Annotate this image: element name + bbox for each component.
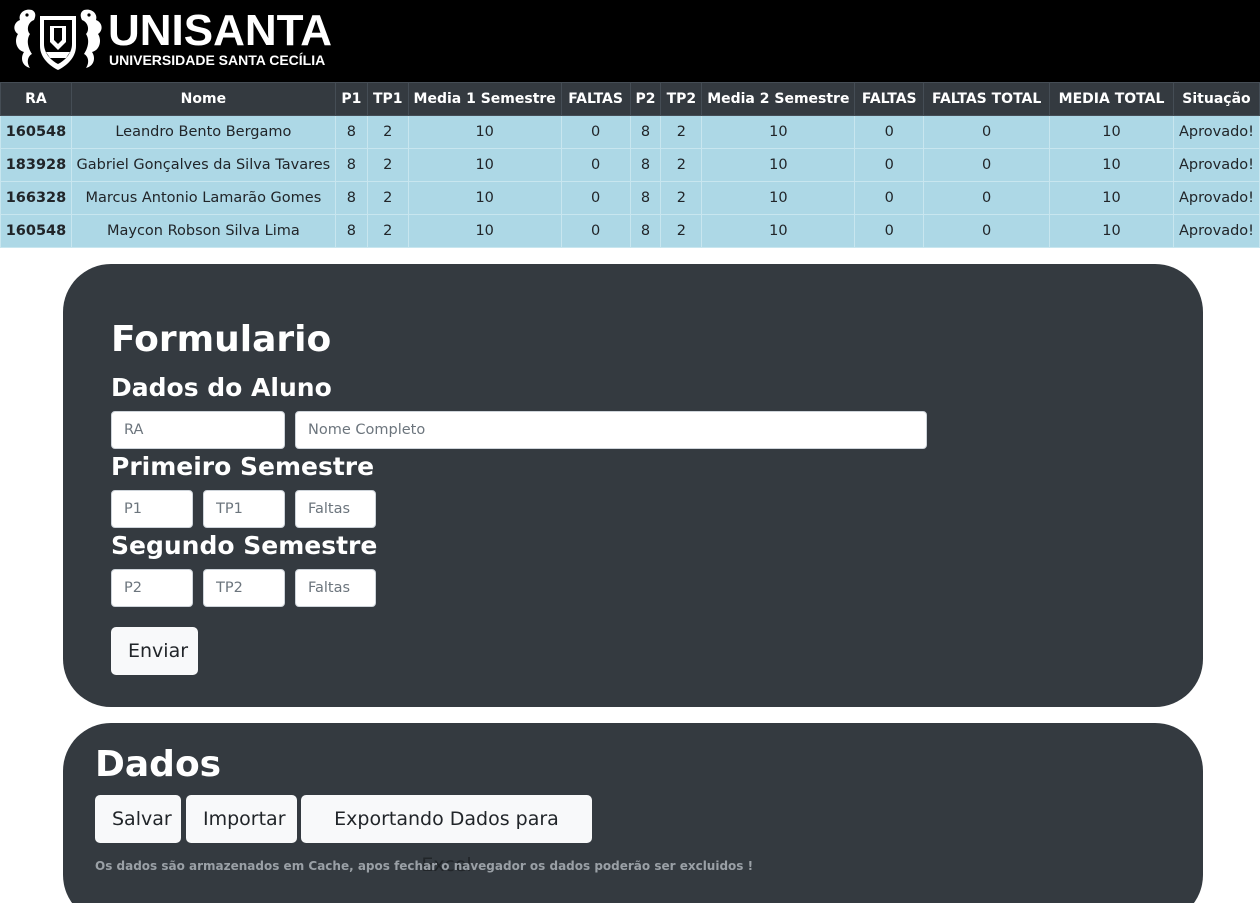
cell-p1: 8 (334, 214, 368, 248)
cell-media-1: 10 (407, 214, 562, 248)
cell-faltas-total: 0 (923, 181, 1051, 215)
cell-nome: Maycon Robson Silva Lima (70, 214, 336, 248)
tp1-input[interactable] (203, 490, 285, 528)
importar-button[interactable]: Importar (186, 795, 297, 843)
cell-media-total: 10 (1049, 148, 1174, 182)
cache-warning-note: Os dados são armazenados em Cache, apos … (95, 859, 754, 873)
logo-title: UNISANTA (108, 6, 333, 55)
cell-faltas-2: 0 (854, 214, 925, 248)
cell-tp1: 2 (366, 148, 409, 182)
form-title: Formulario (111, 319, 332, 360)
cell-nome: Marcus Antonio Lamarão Gomes (70, 181, 336, 215)
column-header-p1: P1 (334, 82, 368, 116)
cell-faltas-2: 0 (854, 181, 925, 215)
ra-input[interactable] (111, 411, 285, 449)
cell-situacao: Aprovado! (1172, 214, 1260, 248)
column-header-situacao: Situação (1172, 82, 1260, 116)
column-header-tp1: TP1 (366, 82, 409, 116)
cell-nome: Gabriel Gonçalves da Silva Tavares (70, 148, 336, 182)
cell-tp2: 2 (660, 148, 703, 182)
table-row: 166328 Marcus Antonio Lamarão Gomes 8 2 … (0, 181, 1260, 215)
cell-media-total: 10 (1049, 115, 1174, 149)
cell-nome: Leandro Bento Bergamo (70, 115, 336, 149)
cell-tp1: 2 (366, 181, 409, 215)
cell-p2: 8 (629, 181, 662, 215)
unisanta-logo[interactable]: UNISANTA UNIVERSIDADE SANTA CECÍLIA (10, 6, 335, 72)
cell-p2: 8 (629, 148, 662, 182)
data-section-title: Dados (95, 744, 222, 785)
cell-ra: 160548 (0, 115, 72, 149)
table-header-row: RA Nome P1 TP1 Media 1 Semestre FALTAS P… (0, 82, 1260, 116)
column-header-media-1: Media 1 Semestre (407, 82, 562, 116)
cell-situacao: Aprovado! (1172, 148, 1260, 182)
nome-completo-input[interactable] (295, 411, 927, 449)
data-panel: Dados Salvar Importar Exportando Dados p… (63, 723, 1203, 903)
logo-subtitle: UNIVERSIDADE SANTA CECÍLIA (109, 52, 326, 68)
site-header: UNISANTA UNIVERSIDADE SANTA CECÍLIA (0, 0, 1260, 82)
cell-p1: 8 (334, 181, 368, 215)
cell-ra: 183928 (0, 148, 72, 182)
cell-faltas-total: 0 (923, 115, 1051, 149)
salvar-button[interactable]: Salvar (95, 795, 181, 843)
cell-p1: 8 (334, 148, 368, 182)
faltas-1-input[interactable] (295, 490, 376, 528)
cell-situacao: Aprovado! (1172, 115, 1260, 149)
cell-p2: 8 (629, 115, 662, 149)
cell-media-2: 10 (701, 181, 856, 215)
cell-faltas-1: 0 (560, 148, 631, 182)
cell-tp2: 2 (660, 214, 703, 248)
column-header-faltas-1: FALTAS (560, 82, 631, 116)
column-header-media-total: MEDIA TOTAL (1049, 82, 1174, 116)
column-header-p2: P2 (629, 82, 662, 116)
second-semester-heading: Segundo Semestre (111, 531, 378, 560)
cell-ra: 166328 (0, 181, 72, 215)
cell-faltas-2: 0 (854, 148, 925, 182)
cell-media-1: 10 (407, 181, 562, 215)
cell-faltas-1: 0 (560, 181, 631, 215)
column-header-faltas-total: FALTAS TOTAL (923, 82, 1051, 116)
table-row: 183928 Gabriel Gonçalves da Silva Tavare… (0, 148, 1260, 182)
cell-media-2: 10 (701, 214, 856, 248)
cell-faltas-1: 0 (560, 214, 631, 248)
cell-p1: 8 (334, 115, 368, 149)
cell-media-2: 10 (701, 148, 856, 182)
cell-faltas-total: 0 (923, 148, 1051, 182)
cell-ra: 160548 (0, 214, 72, 248)
seahorse-crest-icon (14, 9, 102, 70)
grades-table: RA Nome P1 TP1 Media 1 Semestre FALTAS P… (0, 82, 1260, 248)
column-header-media-2: Media 2 Semestre (701, 82, 856, 116)
column-header-ra: RA (0, 82, 72, 116)
export-excel-button[interactable]: Exportando Dados para Excel (301, 795, 592, 876)
column-header-nome: Nome (70, 82, 336, 116)
p1-input[interactable] (111, 490, 193, 528)
faltas-2-input[interactable] (295, 569, 376, 607)
cell-tp1: 2 (366, 115, 409, 149)
cell-tp2: 2 (660, 115, 703, 149)
table-row: 160548 Maycon Robson Silva Lima 8 2 10 0… (0, 214, 1260, 248)
first-semester-heading: Primeiro Semestre (111, 452, 375, 481)
p2-input[interactable] (111, 569, 193, 607)
cell-media-1: 10 (407, 148, 562, 182)
tp2-input[interactable] (203, 569, 285, 607)
cell-faltas-2: 0 (854, 115, 925, 149)
student-section-heading: Dados do Aluno (111, 373, 332, 402)
cell-p2: 8 (629, 214, 662, 248)
cell-media-total: 10 (1049, 181, 1174, 215)
cell-media-1: 10 (407, 115, 562, 149)
form-panel: Formulario Dados do Aluno Primeiro Semes… (63, 264, 1203, 707)
column-header-faltas-2: FALTAS (854, 82, 925, 116)
table-row: 160548 Leandro Bento Bergamo 8 2 10 0 8 … (0, 115, 1260, 149)
column-header-tp2: TP2 (660, 82, 703, 116)
cell-media-total: 10 (1049, 214, 1174, 248)
cell-tp1: 2 (366, 214, 409, 248)
cell-tp2: 2 (660, 181, 703, 215)
cell-situacao: Aprovado! (1172, 181, 1260, 215)
cell-faltas-1: 0 (560, 115, 631, 149)
enviar-button[interactable]: Enviar (111, 627, 198, 675)
cell-faltas-total: 0 (923, 214, 1051, 248)
cell-media-2: 10 (701, 115, 856, 149)
